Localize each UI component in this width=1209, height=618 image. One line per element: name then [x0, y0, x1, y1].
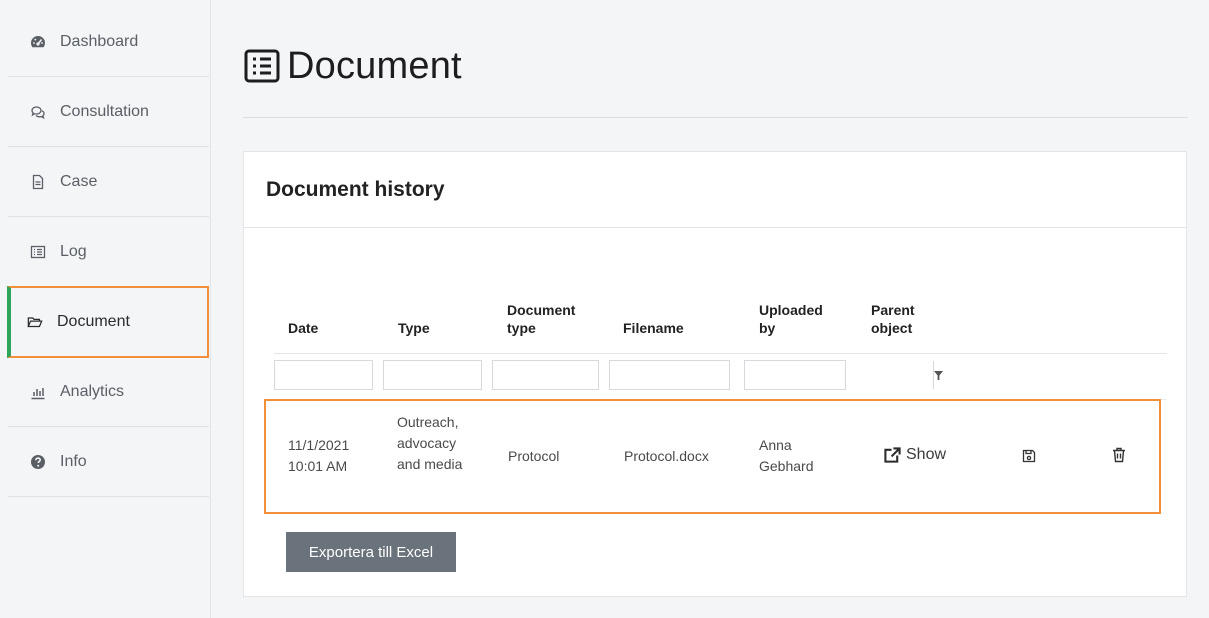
- filter-row: [274, 354, 1167, 400]
- app: Dashboard Consultation Case Log Document: [0, 0, 1209, 618]
- sidebar-item-dashboard[interactable]: Dashboard: [8, 7, 209, 77]
- trash-icon[interactable]: [1111, 446, 1127, 464]
- list-icon: [30, 244, 46, 260]
- list-box-icon: [243, 47, 281, 85]
- document-table: Date Type Document type Filename Uploade…: [274, 294, 1167, 400]
- export-to-excel-button[interactable]: Exportera till Excel: [286, 532, 456, 572]
- bar-chart-icon: [30, 384, 46, 400]
- chat-bubbles-icon: [30, 104, 46, 120]
- document-history-card: Document history Date Type Document type…: [243, 151, 1187, 597]
- cell-document-type: Protocol: [508, 448, 560, 464]
- sidebar-item-info[interactable]: Info: [8, 427, 209, 497]
- sidebar-item-label: Case: [60, 172, 98, 190]
- card-title: Document history: [266, 177, 445, 201]
- cell-date: 11/1/2021 10:01 AM: [288, 437, 350, 474]
- page-title: Document: [287, 44, 462, 87]
- uploaded-by-filter-input[interactable]: [745, 361, 933, 389]
- page-header: Document: [243, 38, 462, 94]
- cell-type: Outreach, advocacy and media: [397, 414, 463, 472]
- column-header-filename[interactable]: Filename: [623, 319, 684, 337]
- sidebar: Dashboard Consultation Case Log Document: [0, 0, 211, 618]
- column-header-date[interactable]: Date: [288, 319, 318, 337]
- file-icon: [30, 174, 46, 190]
- sidebar-item-consultation[interactable]: Consultation: [8, 77, 209, 147]
- show-link-label: Show: [906, 446, 947, 463]
- sidebar-item-log[interactable]: Log: [8, 217, 209, 287]
- sidebar-item-case[interactable]: Case: [8, 147, 209, 217]
- folder-open-icon: [27, 314, 43, 330]
- column-header-type[interactable]: Type: [398, 319, 430, 337]
- sidebar-item-label: Consultation: [60, 102, 149, 120]
- speedometer-icon: [30, 34, 46, 50]
- cell-uploaded-by: Anna Gebhard: [759, 437, 814, 474]
- save-icon[interactable]: [1021, 448, 1037, 464]
- external-link-icon: [884, 446, 901, 463]
- table-row: 11/1/2021 10:01 AM Outreach, advocacy an…: [264, 399, 1161, 514]
- date-filter: [274, 360, 473, 390]
- sidebar-item-label: Info: [60, 452, 87, 470]
- filter-icon[interactable]: [933, 361, 943, 389]
- cell-filename: Protocol.docx: [624, 448, 709, 464]
- table-header: Date Type Document type Filename Uploade…: [274, 294, 1167, 354]
- type-filter: [383, 360, 582, 390]
- column-header-document-type[interactable]: Document type: [507, 301, 597, 337]
- filename-filter: [609, 360, 808, 390]
- question-circle-icon: [30, 454, 46, 470]
- uploaded-by-filter: [744, 360, 943, 390]
- sidebar-item-document[interactable]: Document: [7, 286, 209, 358]
- sidebar-item-label: Dashboard: [60, 32, 139, 50]
- sidebar-item-label: Document: [57, 313, 130, 330]
- sidebar-item-analytics[interactable]: Analytics: [8, 357, 209, 427]
- sidebar-item-label: Log: [60, 242, 87, 260]
- column-header-uploaded-by[interactable]: Uploaded by: [759, 301, 839, 337]
- show-parent-link[interactable]: Show: [883, 446, 946, 464]
- card-header: Document history: [244, 152, 1186, 228]
- title-divider: [243, 117, 1188, 118]
- column-header-parent-object: Parent object: [871, 302, 915, 336]
- sidebar-item-label: Analytics: [60, 382, 125, 400]
- document-type-filter: [492, 360, 691, 390]
